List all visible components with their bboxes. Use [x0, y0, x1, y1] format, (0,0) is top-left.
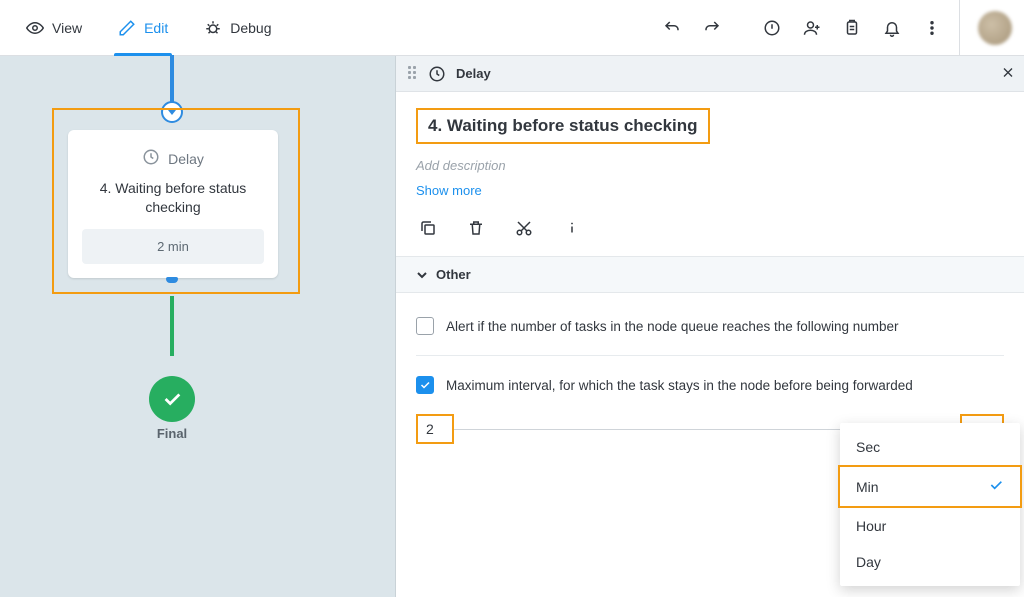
unit-option-label: Day — [856, 554, 881, 570]
panel-action-row — [416, 216, 1004, 256]
unit-option-label: Min — [856, 479, 879, 495]
node-title: 4. Waiting before status checking — [82, 179, 264, 217]
mode-tabs: View Edit Debug — [12, 0, 285, 55]
divider — [416, 355, 1004, 356]
workflow-canvas[interactable]: Delay 4. Waiting before status checking … — [0, 56, 396, 597]
panel-body: 4. Waiting before status checking Add de… — [396, 92, 1024, 256]
bell-icon[interactable] — [875, 11, 909, 45]
node-type-header: Delay — [142, 148, 204, 169]
delay-node[interactable]: Delay 4. Waiting before status checking … — [68, 130, 278, 278]
duplicate-button[interactable] — [416, 216, 440, 240]
alert-circle-icon[interactable] — [755, 11, 789, 45]
panel-close-button[interactable] — [1000, 64, 1016, 83]
eye-icon — [26, 19, 44, 37]
pencil-icon — [118, 19, 136, 37]
tab-view-label: View — [52, 20, 82, 36]
unit-dropdown: Sec Min Hour Day — [840, 423, 1020, 586]
unit-option-sec[interactable]: Sec — [840, 429, 1020, 465]
tab-edit[interactable]: Edit — [104, 0, 182, 55]
avatar[interactable] — [978, 11, 1012, 45]
undo-button[interactable] — [655, 11, 689, 45]
side-panel: Delay 4. Waiting before status checking … — [396, 56, 1024, 597]
max-interval-label: Maximum interval, for which the task sta… — [446, 378, 913, 393]
main: Delay 4. Waiting before status checking … — [0, 56, 1024, 597]
alert-label: Alert if the number of tasks in the node… — [446, 319, 899, 334]
unit-option-day[interactable]: Day — [840, 544, 1020, 580]
clipboard-icon[interactable] — [835, 11, 869, 45]
alert-checkbox[interactable] — [416, 317, 434, 335]
bug-icon — [204, 19, 222, 37]
cut-button[interactable] — [512, 216, 536, 240]
tab-debug-label: Debug — [230, 20, 271, 36]
redo-button[interactable] — [695, 11, 729, 45]
avatar-container — [959, 0, 1012, 55]
drag-handle-icon[interactable] — [408, 66, 418, 82]
more-menu-button[interactable] — [915, 11, 949, 45]
unit-option-hour[interactable]: Hour — [840, 508, 1020, 544]
final-node-label: Final — [157, 426, 187, 441]
add-user-button[interactable] — [795, 11, 829, 45]
show-more-link[interactable]: Show more — [416, 183, 482, 198]
toolbar-actions — [655, 11, 949, 45]
unit-option-label: Hour — [856, 518, 886, 534]
description-placeholder[interactable]: Add description — [416, 158, 1004, 173]
final-node[interactable] — [149, 376, 195, 422]
top-toolbar: View Edit Debug — [0, 0, 1024, 56]
clock-icon — [428, 65, 446, 83]
edge-out — [170, 296, 174, 356]
field-alert-row: Alert if the number of tasks in the node… — [416, 317, 1004, 335]
section-other-header[interactable]: Other — [396, 256, 1024, 293]
panel-header-label: Delay — [456, 66, 491, 81]
delete-button[interactable] — [464, 216, 488, 240]
clock-icon — [142, 148, 160, 169]
interval-value-input[interactable]: 2 — [416, 414, 454, 444]
node-delay-badge: 2 min — [82, 229, 264, 264]
info-button[interactable] — [560, 216, 584, 240]
unit-option-min[interactable]: Min — [838, 465, 1022, 508]
max-interval-checkbox[interactable] — [416, 376, 434, 394]
check-icon — [988, 477, 1004, 496]
tab-debug[interactable]: Debug — [190, 0, 285, 55]
field-max-interval-row: Maximum interval, for which the task sta… — [416, 376, 1004, 394]
section-other-label: Other — [436, 267, 471, 282]
unit-option-label: Sec — [856, 439, 880, 455]
node-type-label: Delay — [168, 151, 204, 167]
tab-view[interactable]: View — [12, 0, 96, 55]
panel-header: Delay — [396, 56, 1024, 92]
panel-title[interactable]: 4. Waiting before status checking — [416, 108, 710, 144]
tab-edit-label: Edit — [144, 20, 168, 36]
edge-out-port[interactable] — [166, 277, 178, 283]
